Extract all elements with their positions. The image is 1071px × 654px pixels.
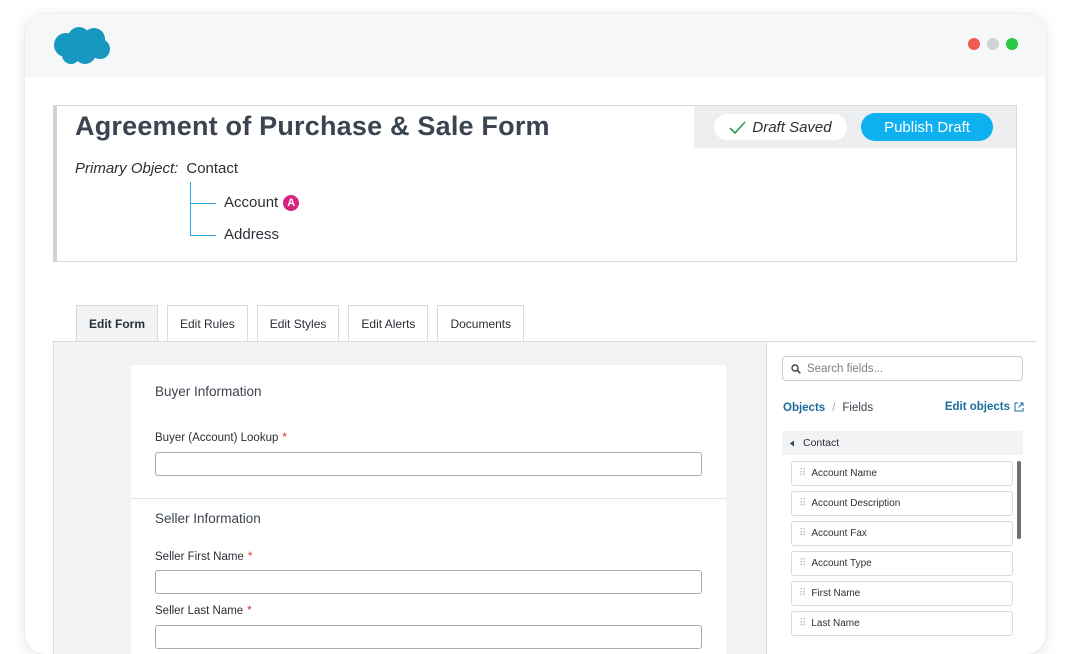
related-object-address[interactable]: Address: [224, 226, 279, 243]
required-marker: *: [247, 605, 252, 617]
breadcrumb-separator: /: [832, 402, 836, 414]
tab-bar: Edit Form Edit Rules Edit Styles Edit Al…: [76, 305, 525, 342]
field-item-account-name[interactable]: ⠿ Account Name: [791, 461, 1013, 486]
field-list-scrollbar[interactable]: [1017, 461, 1021, 539]
primary-object-row: Primary Object: Contact: [75, 160, 238, 177]
draft-status-badge: Draft Saved: [714, 114, 847, 140]
related-object-label: Account: [224, 194, 279, 211]
field-item-label: First Name: [811, 588, 861, 599]
object-group-label: Contact: [803, 437, 840, 449]
tree-branch: [190, 203, 216, 204]
edit-objects-label: Edit objects: [944, 401, 1010, 413]
field-item-last-name[interactable]: ⠿ Last Name: [791, 611, 1013, 636]
breadcrumb-fields: Fields: [842, 402, 874, 414]
field-item-label: Account Name: [811, 468, 877, 479]
drag-handle-icon[interactable]: ⠿: [799, 588, 806, 599]
app-window: Agreement of Purchase & Sale Form Draft …: [25, 14, 1046, 654]
drag-handle-icon[interactable]: ⠿: [799, 498, 806, 509]
form-header: Agreement of Purchase & Sale Form Draft …: [53, 105, 1017, 262]
search-placeholder: Search fields...: [807, 362, 884, 375]
field-item-label: Account Description: [811, 498, 901, 509]
drag-handle-icon[interactable]: ⠿: [799, 618, 806, 629]
field-item-account-description[interactable]: ⠿ Account Description: [791, 491, 1013, 516]
breadcrumb-objects[interactable]: Objects: [783, 402, 825, 414]
breadcrumb: Objects / Fields: [783, 402, 873, 414]
primary-object-value[interactable]: Contact: [186, 160, 238, 177]
maximize-dot[interactable]: [1006, 38, 1018, 50]
seller-first-name-input[interactable]: [155, 570, 702, 594]
title-bar: [25, 14, 1046, 77]
drag-handle-icon[interactable]: ⠿: [799, 528, 806, 539]
caret-left-icon: [789, 440, 794, 446]
seller-last-name-input[interactable]: [155, 625, 702, 649]
drag-handle-icon[interactable]: ⠿: [799, 468, 806, 479]
required-marker: *: [282, 432, 287, 444]
field-item-label: Account Fax: [811, 528, 867, 539]
field-item-account-fax[interactable]: ⠿ Account Fax: [791, 521, 1013, 546]
buyer-lookup-input[interactable]: [155, 452, 702, 476]
object-group-contact[interactable]: Contact: [782, 431, 1023, 455]
section-divider: [131, 498, 726, 499]
minimize-dot[interactable]: [987, 38, 999, 50]
primary-object-label: Primary Object:: [75, 160, 179, 177]
required-marker: *: [247, 551, 253, 563]
field-item-label: Account Type: [811, 558, 872, 569]
tab-documents[interactable]: Documents: [437, 305, 525, 342]
publish-draft-button[interactable]: Publish Draft: [861, 113, 993, 141]
account-badge: A: [283, 194, 300, 211]
checkmark-icon: [729, 120, 746, 134]
status-area: Draft Saved Publish Draft: [694, 106, 1016, 148]
close-dot[interactable]: [968, 38, 980, 50]
window-controls: [968, 38, 1018, 50]
field-item-first-name[interactable]: ⠿ First Name: [791, 581, 1013, 606]
related-object-account[interactable]: Account A: [224, 194, 300, 211]
edit-objects-link[interactable]: Edit objects: [945, 401, 1024, 413]
page-title: Agreement of Purchase & Sale Form: [75, 111, 550, 141]
field-label-text: Seller Last Name: [155, 605, 244, 617]
tree-branch: [190, 235, 216, 236]
field-label-buyer-lookup[interactable]: Buyer (Account) Lookup *: [155, 432, 287, 444]
tab-edit-rules[interactable]: Edit Rules: [167, 305, 248, 342]
search-icon: [791, 363, 801, 374]
field-label-text: Seller First Name: [155, 551, 244, 563]
editor-workspace: Buyer Information Buyer (Account) Lookup…: [53, 341, 1038, 654]
related-object-label: Address: [224, 226, 280, 243]
form-canvas: Buyer Information Buyer (Account) Lookup…: [131, 365, 726, 654]
field-label-seller-last-name[interactable]: Seller Last Name *: [155, 605, 252, 617]
section-title-seller[interactable]: Seller Information: [155, 511, 261, 526]
draft-status-text: Draft Saved: [752, 118, 832, 136]
tab-edit-styles[interactable]: Edit Styles: [256, 305, 340, 342]
tree-connector: [190, 182, 191, 236]
tab-edit-alerts[interactable]: Edit Alerts: [348, 305, 429, 342]
salesforce-cloud-logo: [54, 27, 110, 64]
field-item-account-type[interactable]: ⠿ Account Type: [791, 551, 1013, 576]
field-item-label: Last Name: [811, 618, 860, 629]
search-fields-input[interactable]: Search fields...: [782, 356, 1023, 381]
field-label-text: Buyer (Account) Lookup: [155, 432, 279, 444]
external-link-icon: [1014, 402, 1024, 412]
drag-handle-icon[interactable]: ⠿: [799, 558, 806, 569]
tab-edit-form[interactable]: Edit Form: [76, 305, 158, 342]
section-title-buyer[interactable]: Buyer Information: [155, 384, 262, 399]
fields-panel: Search fields... Objects / Fields Edit o…: [766, 342, 1038, 654]
field-label-seller-first-name[interactable]: Seller First Name *: [155, 551, 252, 563]
